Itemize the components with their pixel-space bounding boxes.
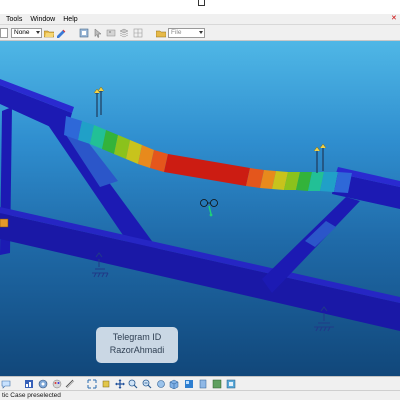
edit-icon[interactable] <box>56 28 66 38</box>
style-combo[interactable] <box>0 28 8 38</box>
swap-visible-icon[interactable] <box>212 379 222 389</box>
chevron-down-icon <box>36 31 40 34</box>
view-cube-icon[interactable] <box>169 379 179 389</box>
bottom-beam <box>0 213 400 331</box>
image-icon[interactable] <box>106 28 116 38</box>
layer-filter-value: None <box>14 29 30 36</box>
pan-icon[interactable] <box>101 379 111 389</box>
rotation-center-icon[interactable] <box>200 199 218 217</box>
watermark-line-1: Telegram ID <box>112 332 162 342</box>
load-arrows-left <box>93 86 105 117</box>
load-arrows-right <box>313 143 327 173</box>
select-icon[interactable] <box>93 28 103 38</box>
chevron-down-icon <box>199 31 203 34</box>
normal-view-icon[interactable] <box>156 379 166 389</box>
zoom-in-icon[interactable] <box>128 379 138 389</box>
rotate-icon[interactable] <box>115 379 125 389</box>
snapshot-icon[interactable] <box>226 379 236 389</box>
layer-filter-combo[interactable]: None <box>11 28 42 38</box>
measure-icon[interactable] <box>65 379 75 389</box>
file-combo-value: File <box>171 29 182 36</box>
close-window-icon[interactable]: ✕ <box>391 15 397 23</box>
fit-all-icon[interactable] <box>87 379 97 389</box>
palette-icon[interactable] <box>52 379 62 389</box>
open-folder-icon[interactable] <box>44 28 54 38</box>
menu-bar: Tools Window Help ✕ <box>0 14 400 25</box>
grid-icon[interactable] <box>133 28 143 38</box>
watermark-line-2: RazorAhmadi <box>109 345 165 355</box>
window-resize-handle[interactable] <box>198 0 205 6</box>
status-text: tic Case preselected <box>2 392 61 399</box>
chat-icon[interactable] <box>1 379 11 389</box>
analysis-icon[interactable] <box>24 379 34 389</box>
node-marker[interactable] <box>0 218 9 228</box>
hide-show-icon[interactable] <box>198 379 208 389</box>
window-top-strip <box>0 0 400 14</box>
top-toolbar: None File <box>0 25 400 41</box>
structure-render <box>0 79 400 332</box>
menu-help[interactable]: Help <box>63 16 77 23</box>
menu-tools[interactable]: Tools <box>6 16 22 23</box>
folder-icon[interactable] <box>156 28 166 38</box>
file-combo[interactable]: File <box>168 28 205 38</box>
status-bar: tic Case preselected <box>0 390 400 400</box>
menu-window[interactable]: Window <box>30 16 55 23</box>
layers-icon[interactable] <box>119 28 129 38</box>
bottom-toolbar <box>0 376 400 390</box>
render-style-icon[interactable] <box>79 28 89 38</box>
watermark-label: Telegram ID RazorAhmadi <box>96 327 178 363</box>
sensor-icon[interactable] <box>38 379 48 389</box>
zoom-out-icon[interactable] <box>142 379 152 389</box>
3d-viewport[interactable]: Telegram ID RazorAhmadi <box>0 41 400 376</box>
shading-icon[interactable] <box>184 379 194 389</box>
